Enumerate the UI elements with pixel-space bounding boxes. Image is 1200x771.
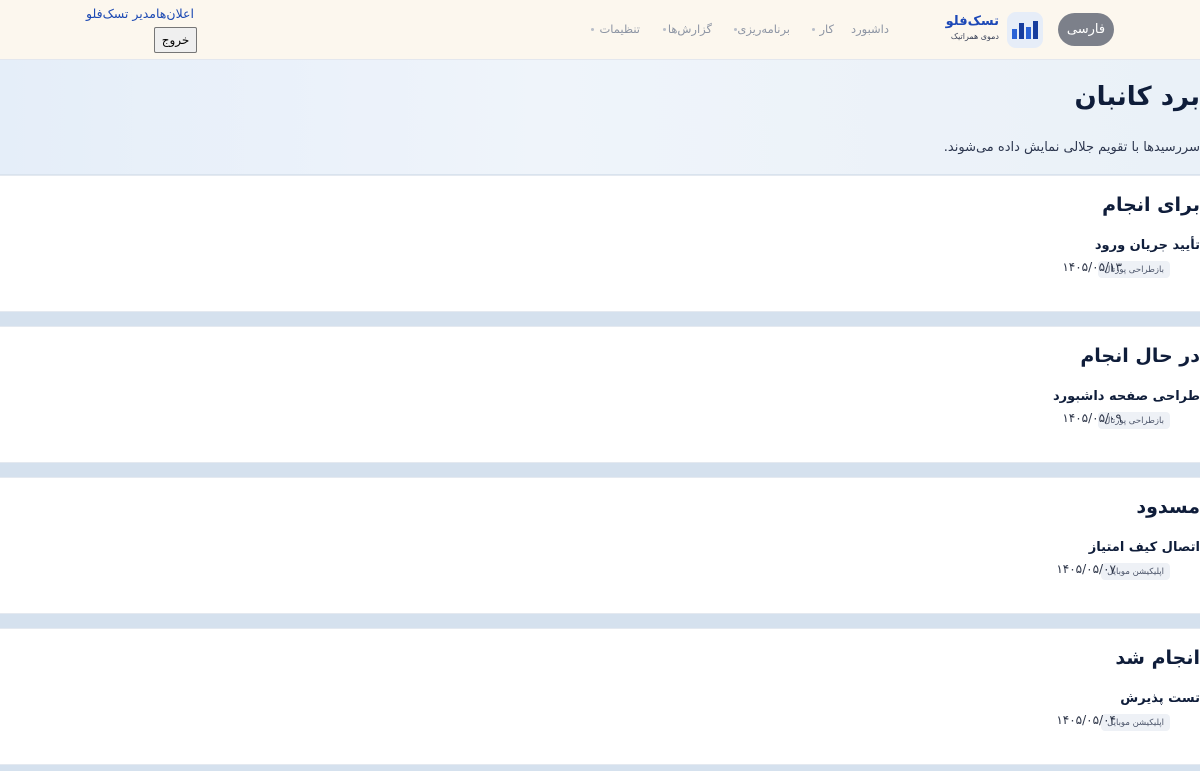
nav-item-reports[interactable]: گزارش‌ها [668, 22, 712, 36]
nav-separator-dot [812, 28, 815, 31]
logout-button[interactable]: خروج [154, 27, 197, 53]
brand-tagline: دموی همراتیک [950, 32, 999, 41]
task-card-title[interactable]: طراحی صفحه داشبورد [1053, 389, 1200, 404]
nav-item-planning[interactable]: برنامه‌ریزی [737, 22, 790, 36]
page-title: برد کانبان [1074, 82, 1200, 112]
task-card-title[interactable]: تست پذیرش [1120, 691, 1200, 706]
notifications-and-user-link[interactable]: اعلان‌هامدیر تسک‌فلو [86, 6, 194, 21]
column-title: مسدود [1136, 496, 1200, 518]
nav-item-settings[interactable]: تنظیمات [599, 22, 640, 36]
page: فارسی تسک‌فلو دموی همراتیک داشبورد کار ب… [0, 0, 1200, 771]
nav-item-dashboard[interactable]: داشبورد [851, 22, 889, 36]
kanban-column-blocked: مسدود اتصال کیف امتیاز اپلیکیشن موبایل ۱… [0, 477, 1200, 614]
nav-separator-dot [591, 28, 594, 31]
column-title: برای انجام [1102, 194, 1200, 216]
brand-logo-icon[interactable] [1007, 12, 1043, 48]
board-header: برد کانبان سررسیدها با تقویم جلالی نمایش… [0, 60, 1200, 175]
task-card-title[interactable]: اتصال کیف امتیاز [1089, 540, 1200, 555]
nav-item-tasks[interactable]: کار [819, 22, 834, 36]
nav-separator-dot [663, 28, 666, 31]
due-date: ۱۴۰۵/۰۵/۱۳ [1062, 260, 1122, 274]
due-date: ۱۴۰۵/۰۵/۰۷ [1056, 562, 1116, 576]
due-date: ۱۴۰۵/۰۵/۰۹ [1062, 411, 1122, 425]
task-card-title[interactable]: تأیید جریان ورود [1095, 238, 1200, 253]
page-subtitle: سررسیدها با تقویم جلالی نمایش داده می‌شو… [943, 140, 1200, 155]
kanban-column-in-progress: در حال انجام طراحی صفحه داشبورد بازطراحی… [0, 326, 1200, 463]
kanban-column-done: انجام شد تست پذیرش اپلیکیشن موبایل ۱۴۰۵/… [0, 628, 1200, 765]
kanban-column-todo: برای انجام تأیید جریان ورود بازطراحی پور… [0, 175, 1200, 312]
column-title: انجام شد [1115, 647, 1200, 669]
column-title: در حال انجام [1080, 345, 1200, 367]
top-bar: فارسی تسک‌فلو دموی همراتیک داشبورد کار ب… [0, 0, 1200, 60]
brand-name[interactable]: تسک‌فلو [946, 14, 999, 29]
due-date: ۱۴۰۵/۰۵/۰۴ [1056, 713, 1116, 727]
language-toggle-button[interactable]: فارسی [1058, 13, 1114, 46]
